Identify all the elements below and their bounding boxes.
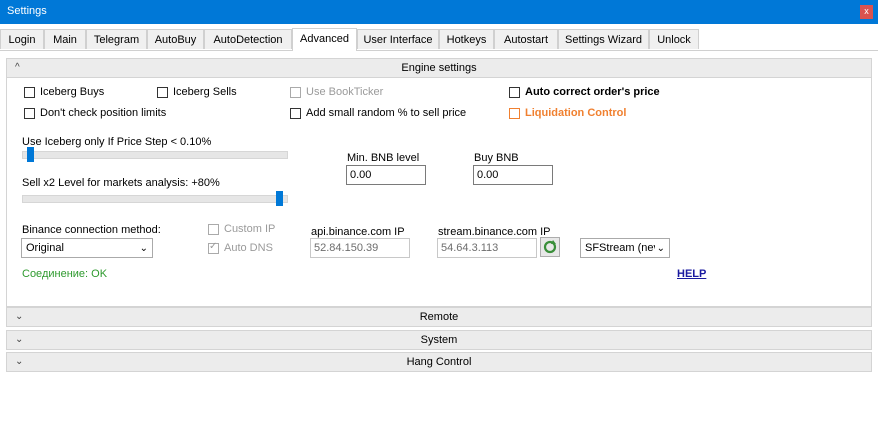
tab-telegram[interactable]: Telegram bbox=[86, 29, 147, 49]
api-ip-label: api.binance.com IP bbox=[311, 226, 405, 238]
help-link[interactable]: HELP bbox=[677, 268, 706, 280]
api-ip-input[interactable]: 52.84.150.39 bbox=[310, 238, 410, 258]
dont-check-limits-checkbox[interactable] bbox=[24, 108, 35, 119]
auto-correct-price-label: Auto correct order's price bbox=[525, 86, 660, 98]
tab-autostart[interactable]: Autostart bbox=[494, 29, 558, 49]
title-bar: Settings x bbox=[0, 0, 878, 24]
custom-ip-checkbox[interactable] bbox=[208, 224, 219, 235]
liquidation-control-label: Liquidation Control bbox=[525, 107, 627, 119]
tab-autobuy[interactable]: AutoBuy bbox=[147, 29, 204, 49]
connection-method-label: Binance connection method: bbox=[22, 224, 161, 236]
sell-slider-label: Sell x2 Level for markets analysis: +80% bbox=[22, 177, 220, 189]
auto-dns-checkbox[interactable] bbox=[208, 241, 219, 254]
dont-check-limits-label: Don't check position limits bbox=[40, 107, 167, 119]
add-random-checkbox[interactable] bbox=[290, 108, 301, 119]
close-button[interactable]: x bbox=[860, 5, 873, 19]
liquidation-control-checkbox[interactable] bbox=[509, 108, 520, 119]
tab-hotkeys[interactable]: Hotkeys bbox=[439, 29, 494, 49]
use-bookticker-label: Use BookTicker bbox=[306, 86, 384, 98]
connection-method-value: Original bbox=[26, 242, 64, 254]
tab-login[interactable]: Login bbox=[0, 29, 44, 49]
chevron-down-icon: ⌄ bbox=[139, 243, 148, 254]
iceberg-slider-label: Use Iceberg only If Price Step < 0.10% bbox=[22, 136, 212, 148]
iceberg-slider-track[interactable] bbox=[22, 151, 288, 159]
iceberg-buys-checkbox[interactable] bbox=[24, 87, 35, 98]
iceberg-sells-label: Iceberg Sells bbox=[173, 86, 237, 98]
min-bnb-input[interactable]: 0.00 bbox=[346, 165, 426, 185]
remote-section-title: Remote bbox=[419, 311, 459, 323]
system-section-title: System bbox=[420, 334, 458, 346]
auto-correct-price-checkbox[interactable] bbox=[509, 87, 520, 98]
tab-main[interactable]: Main bbox=[44, 29, 86, 49]
tab-settings-wizard[interactable]: Settings Wizard bbox=[558, 29, 649, 49]
tab-unlock[interactable]: Unlock bbox=[649, 29, 699, 49]
system-section-header[interactable]: ⌄ System bbox=[6, 330, 872, 350]
custom-ip-label: Custom IP bbox=[224, 223, 276, 235]
stream-ip-input[interactable]: 54.64.3.113 bbox=[437, 238, 537, 258]
sell-slider-thumb[interactable] bbox=[276, 191, 283, 206]
use-bookticker-checkbox[interactable] bbox=[290, 87, 301, 98]
sell-slider-track[interactable] bbox=[22, 195, 288, 203]
stream-ip-label: stream.binance.com IP bbox=[438, 226, 551, 238]
iceberg-sells-checkbox[interactable] bbox=[157, 87, 168, 98]
tab-bar: Login Main Telegram AutoBuy AutoDetectio… bbox=[0, 28, 878, 51]
auto-dns-label: Auto DNS bbox=[224, 242, 273, 254]
refresh-icon bbox=[543, 240, 557, 254]
tab-user-interface[interactable]: User Interface bbox=[357, 29, 439, 49]
connection-status: Соединение: OK bbox=[22, 268, 108, 280]
tab-autodetection[interactable]: AutoDetection bbox=[204, 29, 292, 49]
remote-section-header[interactable]: ⌄ Remote bbox=[6, 307, 872, 327]
hang-control-section-title: Hang Control bbox=[406, 356, 472, 368]
iceberg-buys-label: Iceberg Buys bbox=[40, 86, 105, 98]
iceberg-slider-thumb[interactable] bbox=[27, 147, 34, 162]
tab-advanced[interactable]: Advanced bbox=[292, 28, 357, 51]
buy-bnb-label: Buy BNB bbox=[474, 152, 519, 164]
engine-settings-header[interactable]: ^ Engine settings bbox=[6, 58, 872, 78]
window-title: Settings bbox=[7, 5, 47, 17]
add-random-label: Add small random % to sell price bbox=[306, 107, 467, 119]
refresh-ip-button[interactable] bbox=[540, 237, 560, 257]
buy-bnb-input[interactable]: 0.00 bbox=[473, 165, 553, 185]
stream-type-value: SFStream (nev bbox=[585, 242, 659, 254]
engine-settings-title: Engine settings bbox=[401, 62, 477, 74]
min-bnb-label: Min. BNB level bbox=[347, 152, 420, 164]
hang-control-section-header[interactable]: ⌄ Hang Control bbox=[6, 352, 872, 372]
chevron-down-icon: ⌄ bbox=[654, 240, 665, 257]
connection-method-select[interactable]: Original ⌄ bbox=[21, 238, 153, 258]
stream-type-select[interactable]: SFStream (nev ⌄ bbox=[580, 238, 670, 258]
